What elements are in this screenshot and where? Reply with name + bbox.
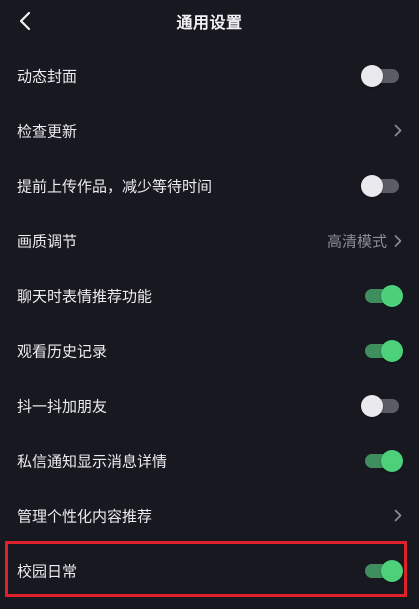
video-quality-value: 高清模式 [326, 232, 387, 250]
setting-label: 聊天时表情推荐功能 [17, 287, 153, 305]
setting-row-message-details[interactable]: 私信通知显示消息详情 [0, 433, 419, 488]
setting-row-shake-add-friend[interactable]: 抖一抖加朋友 [0, 378, 419, 433]
toggle-knob [381, 559, 403, 582]
setting-row-chat-emoji[interactable]: 聊天时表情推荐功能 [0, 268, 419, 323]
setting-row-video-quality[interactable]: 画质调节 高清模式 [0, 213, 419, 268]
settings-screen: 通用设置 动态封面 检查更新 提前上传作品，减少等待时间 画质调节 高清模式 聊… [0, 0, 419, 609]
setting-label: 画质调节 [17, 232, 78, 250]
toggle-knob [361, 64, 383, 87]
setting-label: 观看历史记录 [17, 342, 108, 360]
setting-row-campus-daily[interactable]: 校园日常 [0, 543, 419, 598]
chevron-right-icon [393, 124, 403, 138]
shake-add-friend-toggle[interactable] [361, 394, 399, 417]
setting-label: 检查更新 [17, 122, 78, 140]
setting-label: 私信通知显示消息详情 [17, 452, 168, 470]
setting-row-early-upload[interactable]: 提前上传作品，减少等待时间 [0, 158, 419, 213]
setting-label: 提前上传作品，减少等待时间 [17, 177, 213, 195]
toggle-knob [361, 174, 383, 197]
early-upload-toggle[interactable] [361, 174, 399, 197]
toggle-knob [381, 339, 403, 362]
setting-label: 抖一抖加朋友 [17, 397, 108, 415]
setting-row-personalized-content[interactable]: 管理个性化内容推荐 [0, 488, 419, 543]
setting-row-watch-history[interactable]: 观看历史记录 [0, 323, 419, 378]
chevron-right-icon [393, 509, 403, 523]
watch-history-toggle[interactable] [365, 339, 403, 362]
dynamic-cover-toggle[interactable] [361, 64, 399, 87]
setting-label: 动态封面 [17, 67, 78, 85]
chevron-right-icon [393, 234, 403, 248]
toggle-knob [361, 394, 383, 417]
header-bar: 通用设置 [0, 0, 419, 44]
message-details-toggle[interactable] [365, 449, 403, 472]
setting-row-check-update[interactable]: 检查更新 [0, 103, 419, 158]
toggle-knob [381, 284, 403, 307]
setting-row-dynamic-cover[interactable]: 动态封面 [0, 48, 419, 103]
settings-list: 动态封面 检查更新 提前上传作品，减少等待时间 画质调节 高清模式 聊天时表情推… [0, 48, 419, 598]
campus-daily-toggle[interactable] [365, 559, 403, 582]
setting-label: 管理个性化内容推荐 [17, 507, 153, 525]
toggle-knob [381, 449, 403, 472]
chat-emoji-toggle[interactable] [365, 284, 403, 307]
setting-label: 校园日常 [17, 562, 78, 580]
page-title: 通用设置 [176, 13, 243, 32]
